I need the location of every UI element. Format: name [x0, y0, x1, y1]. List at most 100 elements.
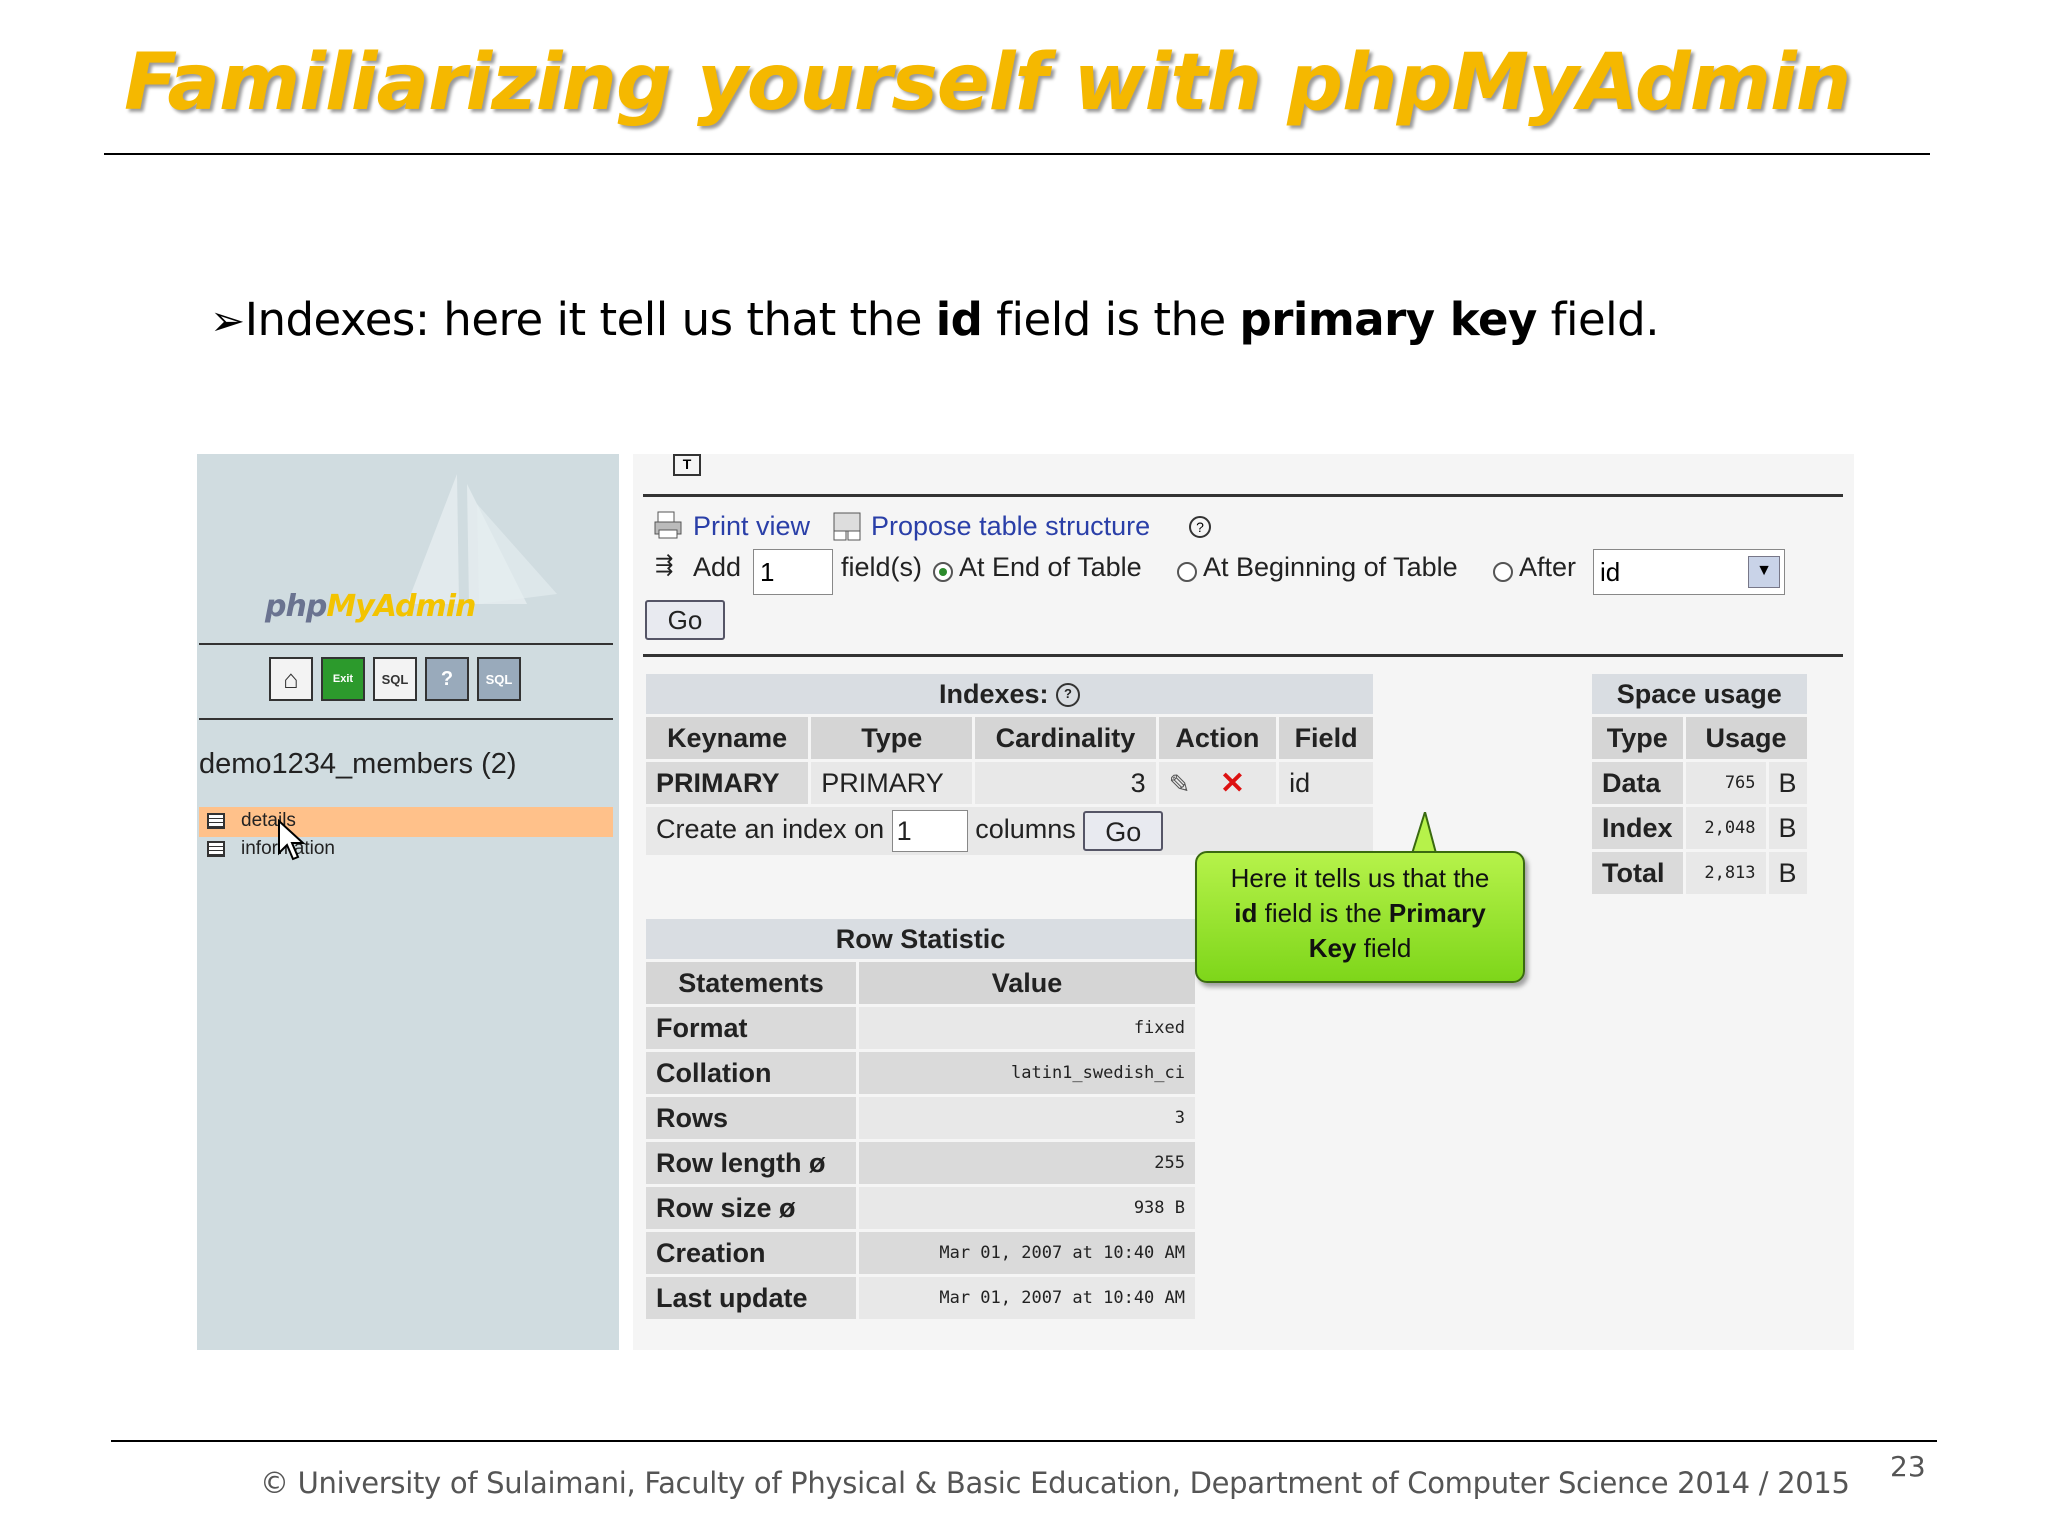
stat-value: latin1_swedish_ci: [859, 1052, 1195, 1094]
page-number: 23: [1890, 1450, 1926, 1483]
footer-text: © University of Sulaimani, Faculty of Ph…: [260, 1466, 1850, 1500]
edit-pencil-icon[interactable]: ✎: [1169, 769, 1191, 799]
sql-docs-icon[interactable]: SQL: [477, 657, 521, 701]
cardinality-cell: 3: [975, 762, 1156, 804]
database-name[interactable]: demo1234_members (2): [199, 748, 517, 781]
stat-label: Format: [646, 1007, 856, 1049]
at-end-label: At End of Table: [959, 552, 1142, 582]
content-divider: [643, 494, 1843, 497]
at-beginning-radio[interactable]: [1177, 562, 1197, 582]
stat-value: Mar 01, 2007 at 10:40 AM: [859, 1232, 1195, 1274]
add-label: Add: [693, 552, 742, 582]
col-cardinality: Cardinality: [975, 717, 1156, 759]
print-view-link[interactable]: Print view: [693, 511, 810, 542]
nav-icon-toolbar: ⌂ Exit SQL ? SQL: [269, 657, 521, 701]
usage-value-cell: 2,813: [1685, 852, 1766, 894]
col-action: Action: [1158, 717, 1277, 759]
usage-type-cell: Total: [1592, 852, 1683, 894]
chevron-down-icon[interactable]: ▼: [1748, 556, 1780, 588]
printer-icon[interactable]: [653, 510, 683, 540]
callout-note: Here it tells us that the id field is th…: [1195, 851, 1525, 983]
table-row: Data 765 B: [1592, 762, 1807, 804]
usage-value-cell: 765: [1685, 762, 1766, 804]
phpmyadmin-screenshot: phpMyAdmin ⌂ Exit SQL ? SQL demo1234_mem…: [197, 454, 1854, 1350]
stat-label: Row size ø: [646, 1187, 856, 1229]
nav-divider: [199, 718, 613, 720]
table-row: PRIMARY PRIMARY 3 ✎ ✕ id: [646, 762, 1373, 804]
bullet-part2: field is the: [982, 293, 1240, 346]
after-radio[interactable]: [1493, 562, 1513, 582]
usage-unit-cell: B: [1768, 762, 1807, 804]
table-item-information[interactable]: information: [199, 835, 613, 865]
col-type: Type: [1592, 717, 1683, 759]
table-row: Rows 3: [646, 1097, 1195, 1139]
title-divider: [104, 153, 1930, 155]
table-row: Creation Mar 01, 2007 at 10:40 AM: [646, 1232, 1195, 1274]
after-column-value: id: [1600, 557, 1621, 587]
space-usage-table: Space usage Type Usage Data 765 B Index …: [1589, 671, 1810, 897]
content-pane: T Print view Propose table structure ? ⇶…: [633, 454, 1854, 1350]
table-row: Total 2,813 B: [1592, 852, 1807, 894]
navigation-pane: phpMyAdmin ⌂ Exit SQL ? SQL demo1234_mem…: [197, 454, 619, 1350]
bullet-part3: field.: [1536, 293, 1660, 346]
usage-value-cell: 2,048: [1685, 807, 1766, 849]
footer-divider: [111, 1440, 1937, 1442]
table-row: Collation latin1_swedish_ci: [646, 1052, 1195, 1094]
index-columns-input[interactable]: 1: [891, 810, 968, 852]
usage-type-cell: Index: [1592, 807, 1683, 849]
exit-icon[interactable]: Exit: [321, 657, 365, 701]
phpmyadmin-logo[interactable]: phpMyAdmin: [265, 589, 476, 624]
create-index-go-button[interactable]: Go: [1083, 811, 1164, 851]
bullet-part1: Indexes: here it tell us that the: [244, 293, 936, 346]
help-icon[interactable]: ?: [1056, 683, 1081, 708]
table-row: Row size ø 938 B: [646, 1187, 1195, 1229]
at-end-radio[interactable]: [933, 562, 953, 582]
type-cell: PRIMARY: [811, 762, 973, 804]
bullet-bold-id: id: [935, 293, 983, 346]
insert-icon[interactable]: T: [673, 454, 701, 476]
col-value: Value: [859, 962, 1195, 1004]
indexes-table: Indexes: ? Keyname Type Cardinality Acti…: [643, 671, 1376, 858]
help-icon[interactable]: ?: [425, 657, 469, 701]
bullet-arrow-icon: ➢: [210, 296, 245, 345]
create-index-label: Create an index on: [656, 814, 885, 845]
bullet-bold-primary-key: primary key: [1239, 293, 1537, 346]
stat-value: fixed: [859, 1007, 1195, 1049]
row-statistics-caption: Row Statistic: [646, 919, 1195, 959]
help-icon[interactable]: ?: [1189, 516, 1211, 538]
table-row: Format fixed: [646, 1007, 1195, 1049]
indexes-caption: Indexes: ?: [646, 674, 1373, 714]
mouse-cursor-icon: [278, 819, 306, 861]
add-field-icon: ⇶: [655, 552, 674, 577]
delete-icon[interactable]: ✕: [1220, 767, 1245, 800]
stat-value: 3: [859, 1097, 1195, 1139]
stat-value: Mar 01, 2007 at 10:40 AM: [859, 1277, 1195, 1319]
sql-icon[interactable]: SQL: [373, 657, 417, 701]
usage-unit-cell: B: [1768, 807, 1807, 849]
col-field: Field: [1279, 717, 1373, 759]
nav-divider: [199, 643, 613, 645]
add-fields-count-input[interactable]: 1: [753, 549, 833, 595]
row-statistics-table: Row Statistic Statements Value Format fix…: [643, 916, 1198, 1322]
usage-unit-cell: B: [1768, 852, 1807, 894]
stat-label: Rows: [646, 1097, 856, 1139]
table-icon: [207, 813, 225, 829]
col-type: Type: [811, 717, 973, 759]
space-usage-caption: Space usage: [1592, 674, 1807, 714]
callout-line2: id field is the Primary: [1234, 898, 1486, 928]
keyname-cell: PRIMARY: [646, 762, 809, 804]
add-field-go-button[interactable]: Go: [645, 600, 725, 640]
content-divider: [643, 654, 1843, 657]
after-column-select[interactable]: id ▼: [1593, 549, 1785, 595]
bullet-text: ➢Indexes: here it tell us that the id fi…: [210, 293, 1660, 346]
stat-value: 938 B: [859, 1187, 1195, 1229]
propose-table-structure-link[interactable]: Propose table structure: [871, 511, 1150, 542]
callout-line3: Key field: [1308, 933, 1412, 963]
col-usage: Usage: [1685, 717, 1807, 759]
home-icon[interactable]: ⌂: [269, 657, 313, 701]
table-icon: [207, 841, 225, 857]
field-cell: id: [1279, 762, 1373, 804]
fields-label: field(s): [841, 552, 923, 582]
table-item-details[interactable]: details: [199, 807, 613, 837]
propose-structure-icon[interactable]: [831, 510, 863, 542]
